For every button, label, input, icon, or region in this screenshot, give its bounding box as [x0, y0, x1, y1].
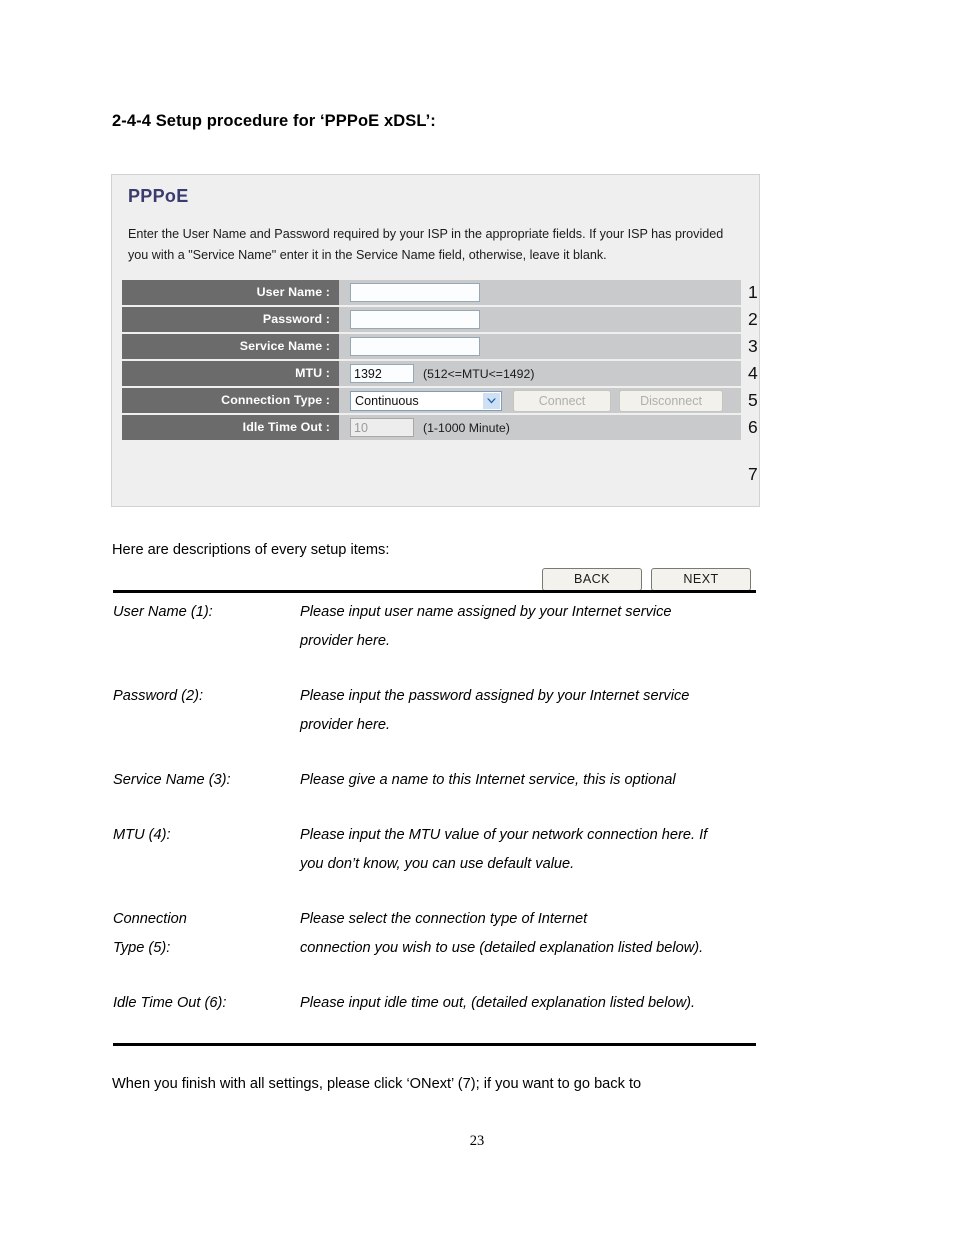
- password-input[interactable]: [350, 310, 480, 329]
- description-term: User Name (1):: [113, 598, 300, 627]
- closing-paragraph: When you finish with all settings, pleas…: [112, 1076, 642, 1092]
- description-definition-line: Please give a name to this Internet serv…: [300, 772, 676, 788]
- list-item: Idle Time Out (6): Please input idle tim…: [113, 989, 843, 1018]
- description-term-line: Idle Time Out (6):: [113, 995, 227, 1011]
- service-name-field-cell: [350, 334, 480, 359]
- pppoe-settings-panel: PPPoE Enter the User Name and Password r…: [111, 174, 760, 591]
- step-number-7: 7: [748, 464, 758, 484]
- password-field-cell: [350, 307, 480, 332]
- pppoe-form-table: User Name : Password : Service Name : MT…: [122, 280, 751, 591]
- description-definition-line: provider here.: [300, 717, 391, 733]
- description-term: Idle Time Out (6):: [113, 989, 300, 1018]
- connect-button[interactable]: Connect: [513, 389, 611, 412]
- description-definition-line: provider here.: [300, 633, 391, 649]
- description-definition-line: Please input the MTU value of your netwo…: [300, 827, 708, 843]
- step-number-1: 1: [748, 282, 758, 302]
- chevron-down-icon[interactable]: [483, 392, 500, 409]
- step-number-column: 1 2 3 4 5 6: [748, 280, 768, 442]
- mtu-input[interactable]: [350, 364, 414, 383]
- description-definition: Please input the MTU value of your netwo…: [300, 821, 843, 879]
- mtu-range-hint: (512<=MTU<=1492): [423, 366, 535, 381]
- connection-type-field-cell: Continuous Connect Disconnect: [350, 388, 723, 413]
- description-term-line: Type (5):: [113, 940, 171, 956]
- connection-type-select[interactable]: Continuous: [350, 390, 502, 411]
- descriptions-top-rule: [113, 590, 756, 593]
- step-number-5: 5: [748, 390, 758, 410]
- description-definition-line: Please input idle time out, (detailed ex…: [300, 995, 696, 1011]
- table-row: User Name :: [122, 280, 741, 305]
- mtu-field-cell: (512<=MTU<=1492): [350, 361, 534, 386]
- user-name-label: User Name :: [122, 280, 339, 305]
- table-row: MTU : (512<=MTU<=1492): [122, 361, 741, 386]
- connection-type-label: Connection Type :: [122, 388, 339, 413]
- next-button[interactable]: NEXT: [651, 568, 751, 591]
- disconnect-button[interactable]: Disconnect: [619, 389, 723, 412]
- descriptions-table: User Name (1): Please input user name as…: [113, 598, 843, 1044]
- description-definition-line: Please select the connection type of Int…: [300, 911, 588, 927]
- description-definition-line: you don’t know, you can use default valu…: [300, 856, 575, 872]
- description-definition: Please input idle time out, (detailed ex…: [300, 989, 843, 1018]
- table-row: Service Name :: [122, 334, 741, 359]
- table-row: Idle Time Out : (1-1000 Minute): [122, 415, 741, 440]
- list-item: MTU (4): Please input the MTU value of y…: [113, 821, 843, 879]
- table-row: Connection Type : Continuous Connect Dis…: [122, 388, 741, 413]
- description-term: MTU (4):: [113, 821, 300, 850]
- description-definition-line: Please input user name assigned by your …: [300, 604, 672, 620]
- descriptions-bottom-rule: [113, 1043, 756, 1046]
- idle-time-out-label: Idle Time Out :: [122, 415, 339, 440]
- description-definition: Please input the password assigned by yo…: [300, 682, 843, 740]
- table-row: Password :: [122, 307, 741, 332]
- description-definition-line: connection you wish to use (detailed exp…: [300, 940, 704, 956]
- service-name-label: Service Name :: [122, 334, 339, 359]
- step-number-4: 4: [748, 363, 758, 383]
- password-label: Password :: [122, 307, 339, 332]
- description-definition: Please input user name assigned by your …: [300, 598, 843, 656]
- idle-time-out-input[interactable]: [350, 418, 414, 437]
- page-title: 2-4-4 Setup procedure for ‘PPPoE xDSL’:: [112, 112, 436, 130]
- idle-time-out-field-cell: (1-1000 Minute): [350, 415, 510, 440]
- descriptions-intro: Here are descriptions of every setup ite…: [112, 542, 390, 558]
- panel-description: Enter the User Name and Password require…: [128, 227, 724, 262]
- description-term-line: Connection: [113, 911, 187, 927]
- description-term-line: User Name (1):: [113, 604, 213, 620]
- description-term: Password (2):: [113, 682, 300, 711]
- description-definition: Please select the connection type of Int…: [300, 905, 843, 963]
- step-number-6: 6: [748, 417, 758, 437]
- step-number-2: 2: [748, 309, 758, 329]
- list-item: Service Name (3): Please give a name to …: [113, 766, 843, 795]
- list-item: Password (2): Please input the password …: [113, 682, 843, 740]
- description-term-line: MTU (4):: [113, 827, 171, 843]
- panel-action-bar: BACK NEXT: [122, 568, 751, 591]
- description-definition: Please give a name to this Internet serv…: [300, 766, 843, 795]
- description-term: Service Name (3):: [113, 766, 300, 795]
- connection-type-selected-value: Continuous: [355, 393, 419, 408]
- description-term-line: Service Name (3):: [113, 772, 231, 788]
- idle-time-out-range-hint: (1-1000 Minute): [423, 420, 510, 435]
- user-name-input[interactable]: [350, 283, 480, 302]
- back-button[interactable]: BACK: [542, 568, 642, 591]
- description-term-line: Password (2):: [113, 688, 204, 704]
- step-number-3: 3: [748, 336, 758, 356]
- list-item: Connection Type (5): Please select the c…: [113, 905, 843, 963]
- description-definition-line: Please input the password assigned by yo…: [300, 688, 690, 704]
- description-term: Connection Type (5):: [113, 905, 300, 963]
- mtu-label: MTU :: [122, 361, 339, 386]
- panel-title: PPPoE: [128, 186, 189, 206]
- user-name-field-cell: [350, 280, 480, 305]
- page-number: 23: [469, 1133, 485, 1149]
- list-item: User Name (1): Please input user name as…: [113, 598, 843, 656]
- service-name-input[interactable]: [350, 337, 480, 356]
